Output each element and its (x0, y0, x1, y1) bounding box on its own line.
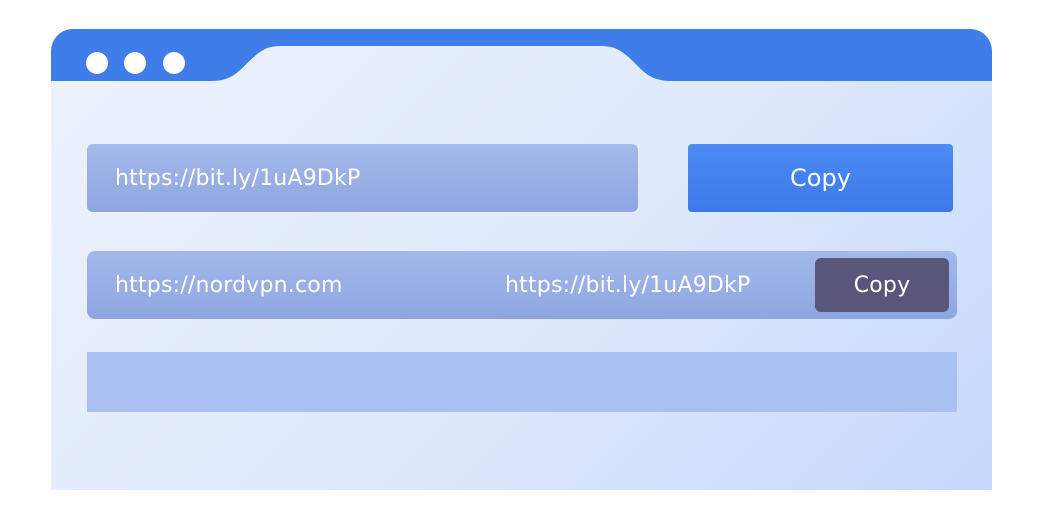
copy-button-label: Copy (790, 164, 851, 192)
copy-short-url-label: Copy (853, 272, 911, 298)
url-input[interactable]: https://bit.ly/1uA9DkP (87, 144, 638, 212)
result-row: https://nordvpn.com https://bit.ly/1uA9D… (87, 251, 957, 319)
url-input-value: https://bit.ly/1uA9DkP (115, 165, 361, 191)
short-url[interactable]: https://bit.ly/1uA9DkP (505, 251, 750, 319)
window-dot-icon[interactable] (163, 52, 185, 74)
window-dot-icon[interactable] (86, 52, 108, 74)
browser-window: https://bit.ly/1uA9DkP Copy https://nord… (51, 29, 992, 490)
copy-button[interactable]: Copy (688, 144, 953, 212)
original-url: https://nordvpn.com (115, 272, 343, 298)
window-titlebar (51, 29, 992, 81)
empty-row-placeholder (87, 352, 957, 412)
window-dot-icon[interactable] (124, 52, 146, 74)
copy-short-url-button[interactable]: Copy (815, 258, 949, 312)
